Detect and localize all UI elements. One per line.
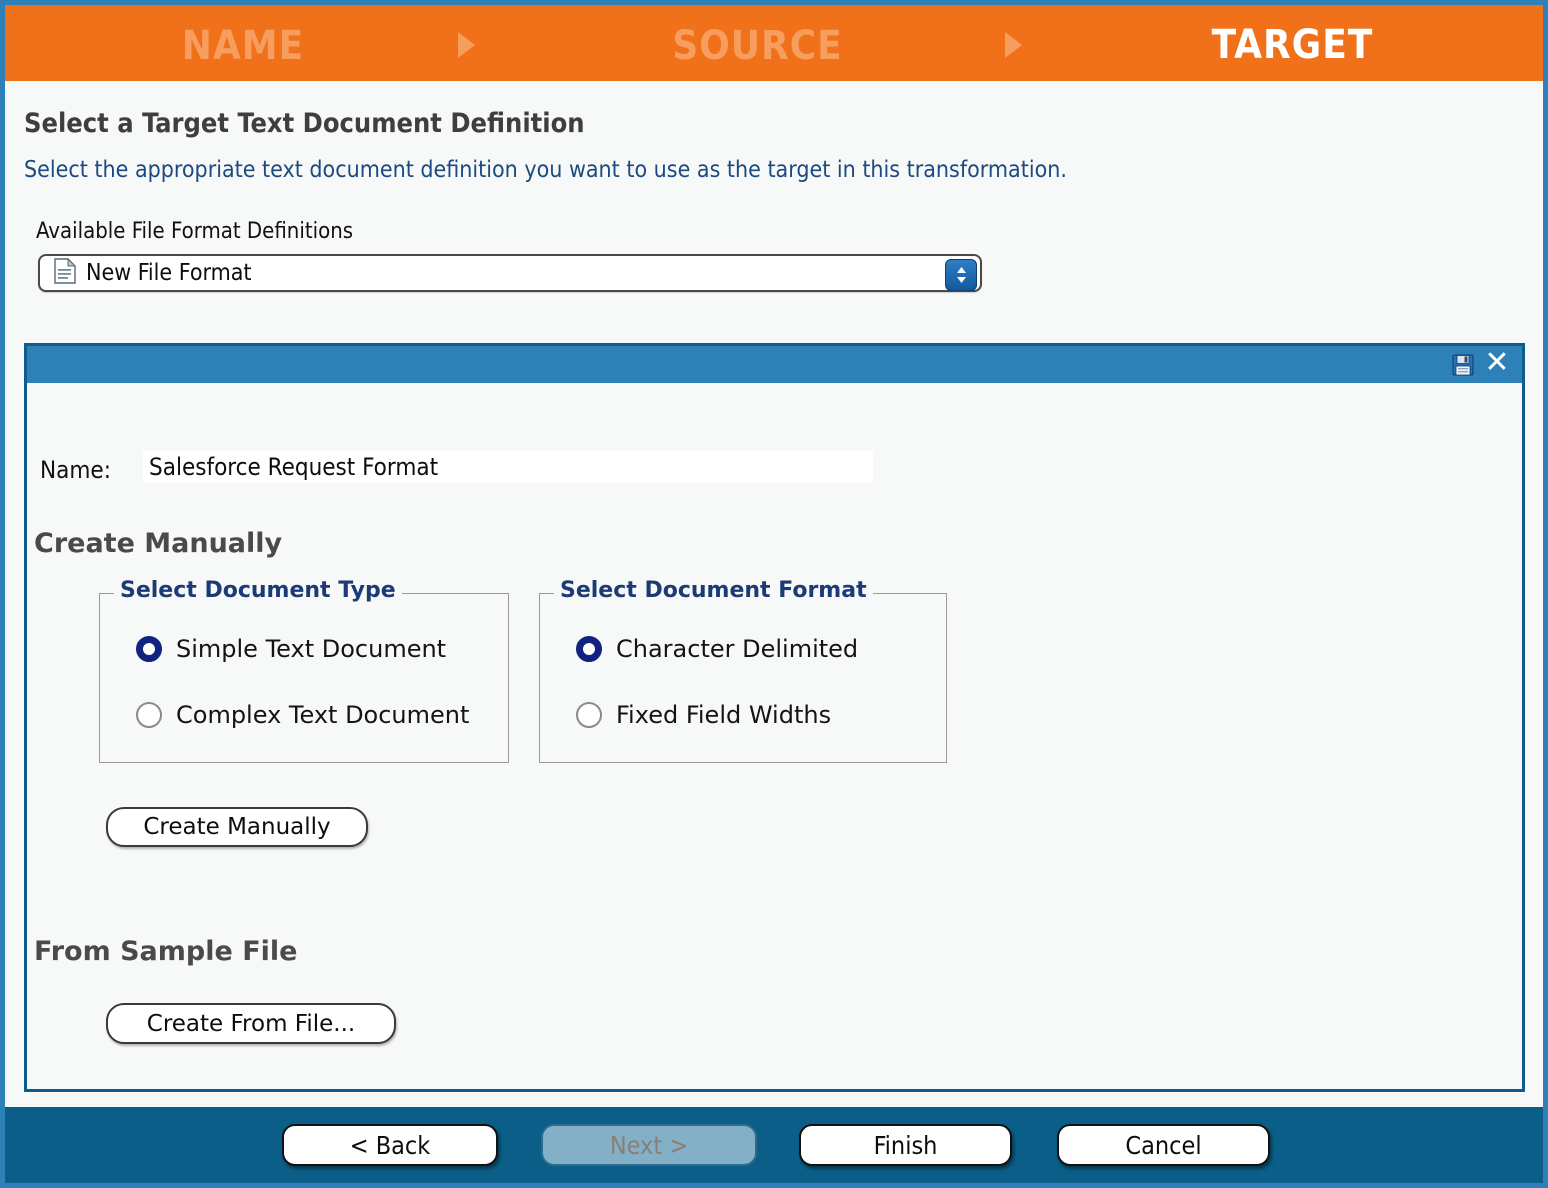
- wizard-step-source[interactable]: SOURCE: [650, 23, 865, 69]
- floppy-disk-save-icon[interactable]: [1446, 348, 1480, 382]
- radio-indicator-selected: [576, 636, 602, 662]
- create-manually-heading: Create Manually: [34, 528, 282, 559]
- radio-label: Complex Text Document: [176, 701, 469, 729]
- up-down-stepper-icon[interactable]: [945, 259, 977, 291]
- radio-complex-text-document[interactable]: Complex Text Document: [136, 701, 469, 729]
- available-definitions-value: New File Format: [86, 260, 252, 286]
- back-button[interactable]: < Back: [282, 1124, 498, 1166]
- radio-fixed-field-widths[interactable]: Fixed Field Widths: [576, 701, 831, 729]
- radio-label: Simple Text Document: [176, 635, 446, 663]
- radio-label: Character Delimited: [616, 635, 858, 663]
- create-manually-button[interactable]: Create Manually: [106, 807, 368, 847]
- next-button: Next >: [541, 1124, 757, 1166]
- cancel-button[interactable]: Cancel: [1057, 1124, 1270, 1166]
- document-icon: [54, 258, 76, 288]
- panel-body: Name: Create Manually Select Document Ty…: [27, 383, 1522, 1089]
- create-from-file-button[interactable]: Create From File...: [106, 1003, 396, 1044]
- radio-character-delimited[interactable]: Character Delimited: [576, 635, 858, 663]
- finish-button[interactable]: Finish: [799, 1124, 1012, 1166]
- wizard-step-target[interactable]: TARGET: [1190, 22, 1395, 68]
- select-document-format-legend: Select Document Format: [554, 578, 873, 603]
- file-format-editor-panel: ✕ Name: Create Manually Select Document …: [24, 343, 1525, 1092]
- chevron-right-icon: [458, 32, 475, 58]
- select-document-type-group: Select Document Type Simple Text Documen…: [99, 593, 509, 763]
- radio-label: Fixed Field Widths: [616, 701, 831, 729]
- radio-indicator-unselected: [136, 702, 162, 728]
- radio-indicator-selected: [136, 636, 162, 662]
- available-definitions-label: Available File Format Definitions: [36, 219, 353, 244]
- format-name-label: Name:: [40, 456, 111, 484]
- select-document-type-legend: Select Document Type: [114, 578, 402, 603]
- available-definitions-dropdown[interactable]: New File Format: [38, 254, 982, 292]
- wizard-footer: < Back Next > Finish Cancel: [5, 1107, 1543, 1188]
- format-name-input[interactable]: [143, 451, 873, 482]
- wizard-step-header: NAME SOURCE TARGET: [5, 5, 1543, 81]
- radio-simple-text-document[interactable]: Simple Text Document: [136, 635, 446, 663]
- close-x-icon[interactable]: ✕: [1480, 346, 1514, 380]
- chevron-right-icon: [1005, 32, 1022, 58]
- radio-indicator-unselected: [576, 702, 602, 728]
- from-sample-file-heading: From Sample File: [34, 936, 297, 967]
- page-subtitle: Select the appropriate text document def…: [24, 157, 1067, 183]
- panel-titlebar: ✕: [27, 346, 1522, 383]
- select-document-format-group: Select Document Format Character Delimit…: [539, 593, 947, 763]
- page-title: Select a Target Text Document Definition: [24, 108, 585, 139]
- wizard-window: NAME SOURCE TARGET Select a Target Text …: [0, 0, 1548, 1188]
- wizard-step-name[interactable]: NAME: [173, 23, 313, 69]
